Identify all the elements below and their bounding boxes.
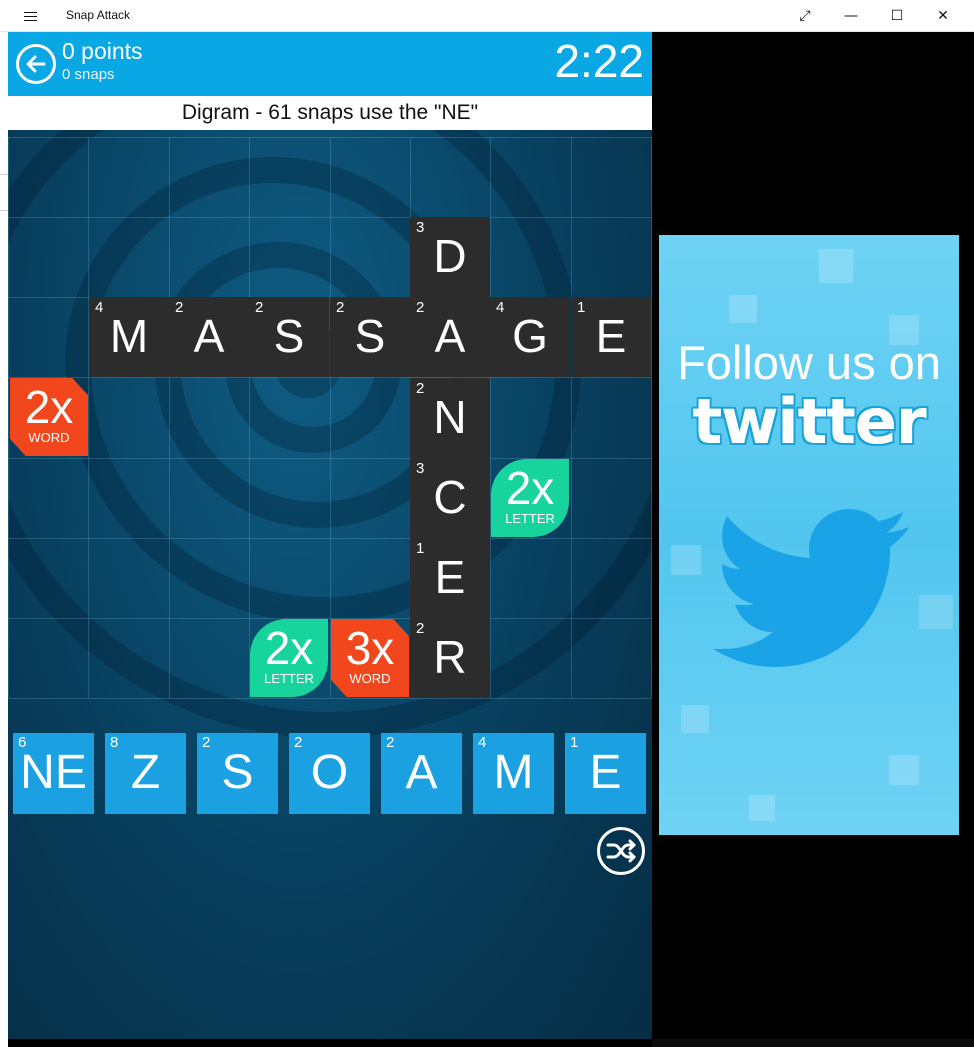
board-tile[interactable]: 2S bbox=[330, 297, 410, 377]
hamburger-menu-icon[interactable] bbox=[18, 6, 46, 26]
rack-tile-letter: NE bbox=[20, 746, 87, 799]
tile-letter: A bbox=[434, 310, 466, 362]
minimize-button[interactable]: — bbox=[828, 0, 874, 32]
timer: 2:22 bbox=[554, 35, 644, 87]
board-tile[interactable]: 1E bbox=[571, 297, 651, 377]
restore-icon[interactable]: ⤢ bbox=[782, 0, 828, 32]
letter-bonus-square[interactable]: 2x LETTER bbox=[250, 619, 328, 697]
bonus-kind: LETTER bbox=[264, 671, 314, 686]
word-bonus-square[interactable]: 3x WORD bbox=[331, 619, 409, 697]
word-bonus-square[interactable]: 2x WORD bbox=[10, 378, 88, 456]
tile-letter: N bbox=[433, 391, 467, 443]
grid-line bbox=[571, 137, 572, 698]
tile-letter: S bbox=[354, 310, 386, 362]
bonus-kind: LETTER bbox=[505, 511, 555, 526]
rack-tile-letter: A bbox=[405, 746, 438, 799]
rack-tile-letter: S bbox=[221, 746, 254, 799]
left-edge bbox=[0, 32, 8, 1047]
tile-letter: A bbox=[193, 310, 225, 362]
ad-twitter-wordmark: twitter bbox=[692, 385, 926, 458]
rack-tile[interactable]: 2S bbox=[197, 733, 278, 814]
maximize-button[interactable]: ☐ bbox=[874, 0, 920, 32]
bonus-multiplier: 2x bbox=[264, 622, 314, 674]
grid-line bbox=[8, 377, 651, 378]
board-tile[interactable]: 1E bbox=[410, 538, 490, 618]
bonus-kind: WORD bbox=[28, 430, 70, 445]
title-bar: Snap Attack ⤢ — ☐ ✕ bbox=[0, 0, 974, 32]
rack-tile[interactable]: 8Z bbox=[105, 733, 186, 814]
twitter-ad[interactable]: Follow us on twitter bbox=[659, 235, 959, 835]
grid-line bbox=[169, 137, 170, 698]
tile-letter: E bbox=[434, 551, 466, 603]
hint-bar: Digram - 61 snaps use the "NE" bbox=[8, 96, 652, 130]
taskbar-sliver bbox=[652, 1039, 974, 1047]
grid-line bbox=[249, 137, 250, 698]
back-arrow-icon bbox=[26, 55, 46, 73]
bonus-kind: WORD bbox=[349, 671, 391, 686]
board-tile[interactable]: 2N bbox=[410, 378, 490, 458]
rack-tile[interactable]: 4M bbox=[473, 733, 554, 814]
grid-line bbox=[8, 618, 651, 619]
bonus-multiplier: 2x bbox=[24, 381, 74, 433]
grid-line bbox=[8, 538, 651, 539]
board-tile[interactable]: 2R bbox=[410, 618, 490, 698]
rack-tile-letter: M bbox=[493, 746, 534, 799]
shuffle-button[interactable] bbox=[597, 827, 645, 875]
tile-letter: G bbox=[512, 310, 548, 362]
grid-line bbox=[490, 137, 491, 698]
back-button[interactable] bbox=[16, 44, 56, 84]
board-tile[interactable]: 2S bbox=[249, 297, 329, 377]
rack-tile-letter: E bbox=[589, 746, 622, 799]
board-tile[interactable]: 2A bbox=[410, 297, 490, 377]
game-header: 0 points 0 snaps 2:22 bbox=[8, 32, 652, 96]
snaps-label: 0 snaps bbox=[62, 66, 115, 83]
points-label: 0 points bbox=[62, 38, 143, 64]
rack-tile-letter: Z bbox=[130, 746, 161, 799]
grid-line bbox=[330, 137, 331, 698]
grid-line bbox=[88, 137, 89, 698]
rack-tile[interactable]: 2A bbox=[381, 733, 462, 814]
grid-line bbox=[8, 137, 9, 698]
tile-letter: R bbox=[433, 631, 467, 683]
close-button[interactable]: ✕ bbox=[920, 0, 966, 32]
grid-line bbox=[8, 137, 651, 138]
tile-letter: S bbox=[273, 310, 305, 362]
board-tile[interactable]: 4G bbox=[490, 297, 570, 377]
bonus-multiplier: 3x bbox=[345, 622, 395, 674]
tile-letter: D bbox=[433, 230, 467, 282]
rack-tile[interactable]: 6 NE bbox=[13, 733, 94, 814]
tile-letter: C bbox=[433, 471, 467, 523]
tile-letter: E bbox=[595, 310, 627, 362]
rack-tile[interactable]: 2O bbox=[289, 733, 370, 814]
ad-follow-text: Follow us on bbox=[677, 336, 941, 389]
window-title: Snap Attack bbox=[66, 8, 131, 22]
bonus-multiplier: 2x bbox=[505, 462, 555, 514]
game-board bbox=[8, 137, 652, 699]
board-tile[interactable]: 3C bbox=[410, 458, 490, 538]
letter-bonus-square[interactable]: 2x LETTER bbox=[491, 459, 569, 537]
rack-tile[interactable]: 1E bbox=[565, 733, 646, 814]
board-tile[interactable]: 4M bbox=[89, 297, 169, 377]
tile-letter: M bbox=[109, 310, 149, 362]
twitter-bird-icon bbox=[713, 509, 910, 667]
grid-line bbox=[651, 137, 652, 698]
grid-line bbox=[8, 217, 651, 218]
rack-tile-letter: O bbox=[310, 746, 349, 799]
shuffle-icon bbox=[606, 839, 636, 863]
grid-line bbox=[8, 698, 651, 699]
board-tile[interactable]: 3D bbox=[410, 217, 490, 297]
board-tile[interactable]: 2A bbox=[169, 297, 249, 377]
